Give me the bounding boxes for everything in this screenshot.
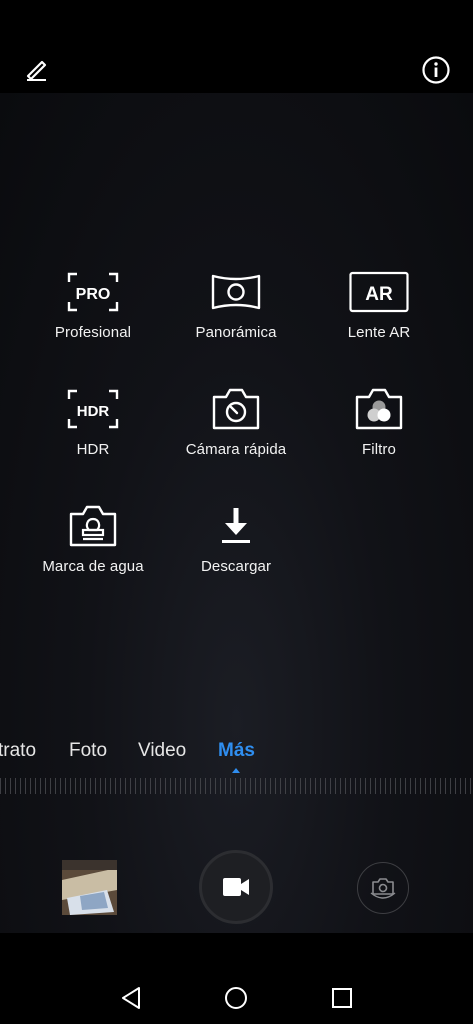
mode-camara-rapida[interactable]: Cámara rápida <box>166 385 306 458</box>
back-icon[interactable] <box>119 985 145 1011</box>
mode-descargar[interactable]: Descargar <box>166 502 306 575</box>
mode-marca-de-agua[interactable]: Marca de agua <box>23 502 163 575</box>
ar-badge-text: AR <box>365 284 393 305</box>
mode-filtro[interactable]: Filtro <box>309 385 449 458</box>
time-lapse-icon <box>212 388 260 430</box>
mode-label: Descargar <box>200 558 272 575</box>
hdr-icon: HDR <box>67 389 119 429</box>
camera-switch-icon <box>370 878 396 899</box>
gallery-thumbnail[interactable] <box>62 860 117 915</box>
hdr-badge-text: HDR <box>77 403 110 420</box>
record-button[interactable] <box>199 850 273 924</box>
mode-label: HDR <box>76 441 110 458</box>
mode-tabs: trato Foto Video Más <box>0 740 473 770</box>
mode-label: Lente AR <box>347 324 411 341</box>
tab-mas[interactable]: Más <box>218 740 255 762</box>
home-icon[interactable] <box>223 985 249 1011</box>
tab-foto[interactable]: Foto <box>69 740 107 762</box>
switch-camera-button[interactable] <box>357 862 409 914</box>
video-camera-icon <box>223 878 249 896</box>
filter-icon <box>355 388 403 430</box>
active-tab-indicator <box>232 768 240 773</box>
mode-label: Panorámica <box>195 324 277 341</box>
watermark-icon <box>69 505 117 547</box>
ar-icon: AR <box>349 271 409 313</box>
info-icon[interactable] <box>421 55 451 85</box>
tab-video[interactable]: Video <box>138 740 186 762</box>
mode-label: Filtro <box>362 441 396 458</box>
mode-panoramica[interactable]: Panorámica <box>166 268 306 341</box>
top-bar <box>0 0 473 93</box>
download-icon <box>222 508 250 543</box>
tab-retrato[interactable]: trato <box>0 740 36 762</box>
mode-hdr[interactable]: HDR HDR <box>23 385 163 458</box>
mode-label: Marca de agua <box>42 558 144 575</box>
pro-icon: PRO <box>67 272 119 312</box>
system-nav-bar <box>0 933 473 1024</box>
pro-badge-text: PRO <box>76 286 111 303</box>
recents-icon[interactable] <box>329 985 355 1011</box>
mode-lente-ar[interactable]: AR Lente AR <box>309 268 449 341</box>
zoom-ruler[interactable] <box>0 778 473 794</box>
edit-pencil-icon[interactable] <box>24 56 50 82</box>
gallery-preview-image <box>62 860 117 915</box>
mode-label: Cámara rápida <box>185 441 287 458</box>
panorama-icon <box>211 274 261 310</box>
mode-profesional[interactable]: PRO Profesional <box>23 268 163 341</box>
mode-label: Profesional <box>54 324 132 341</box>
